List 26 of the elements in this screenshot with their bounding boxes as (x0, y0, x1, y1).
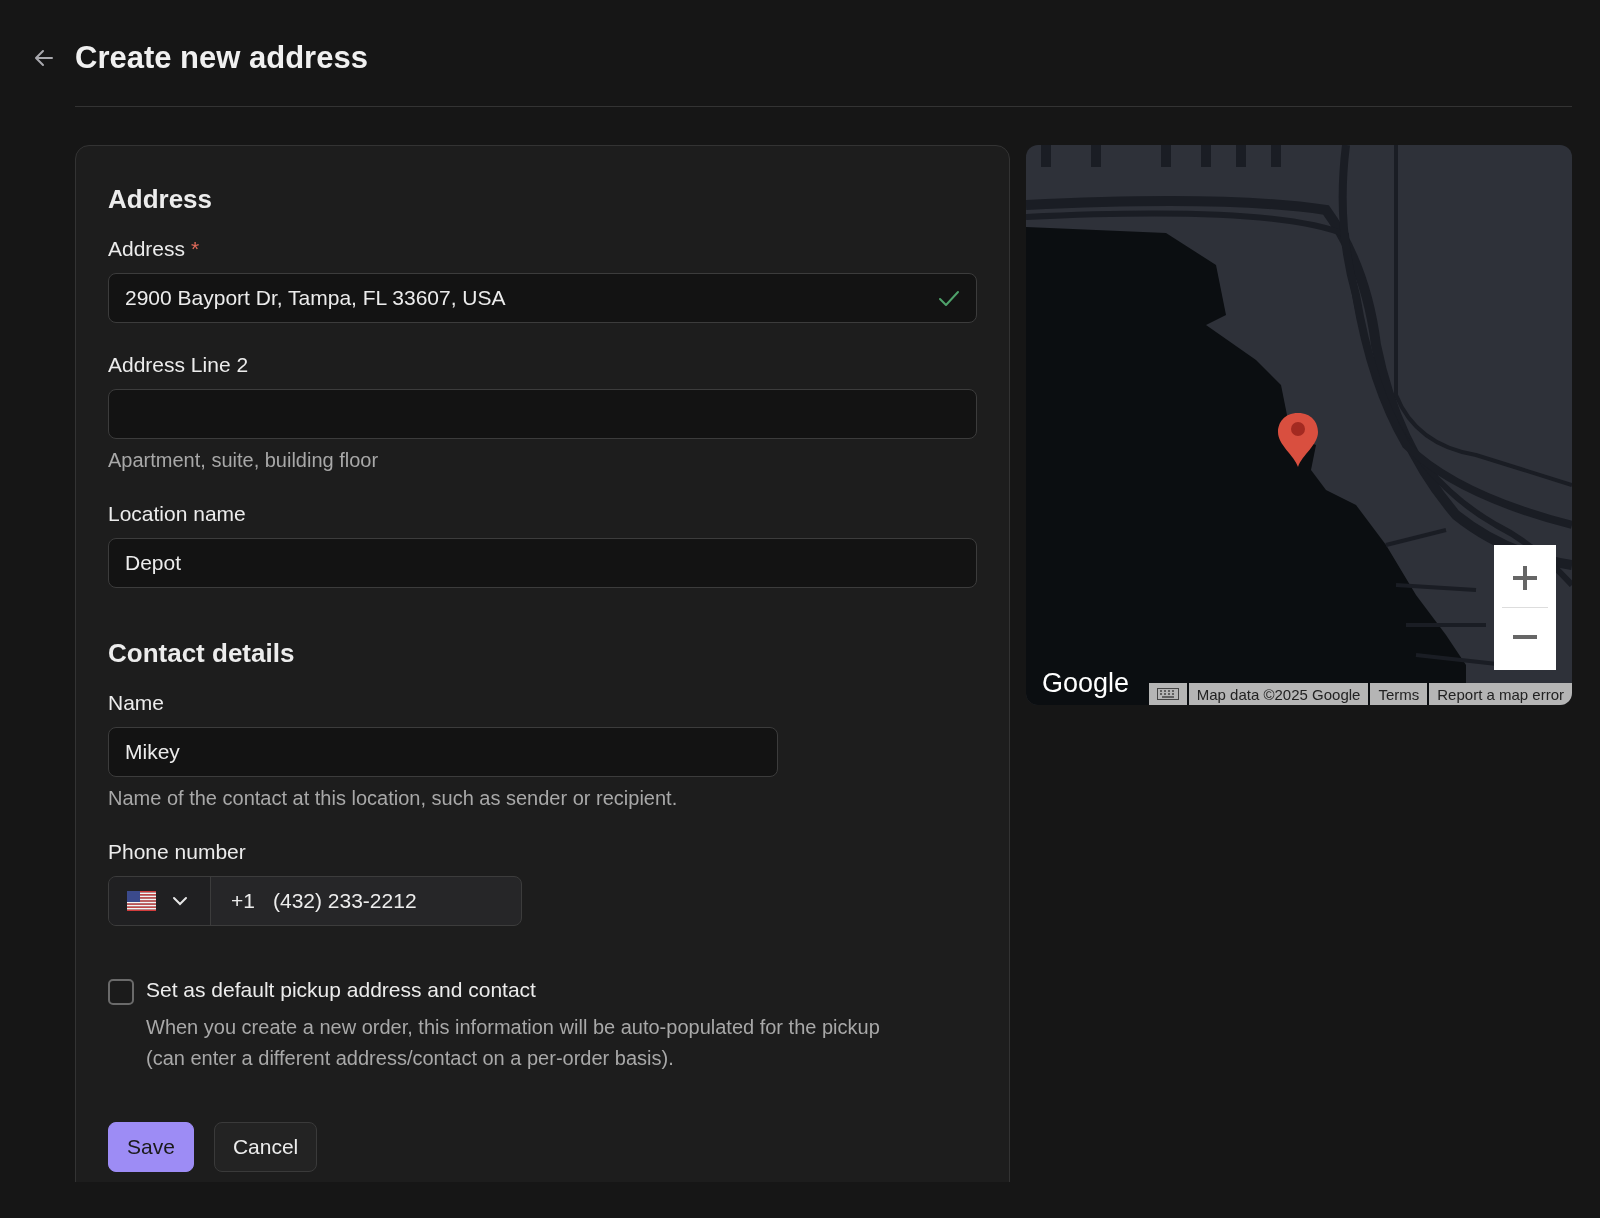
input-field[interactable]: Depot (108, 538, 977, 588)
field-label: Location name (108, 502, 246, 526)
checkbox[interactable] (108, 979, 134, 1005)
help-text: Apartment, suite, building floor (108, 449, 380, 472)
section-heading: Address (108, 184, 214, 215)
back-arrow-icon[interactable] (34, 49, 54, 67)
field-label: Phone number (108, 840, 246, 864)
map-link[interactable]: Report a map error (1429, 683, 1572, 705)
cancel-button[interactable]: Cancel (213, 1122, 318, 1172)
keyboard-icon[interactable] (1148, 683, 1187, 705)
field-label: Name (108, 691, 165, 715)
input-field[interactable]: Mikey (108, 727, 778, 777)
field-label: Address Line 2 (108, 353, 249, 377)
help-text: Name of the contact at this location, such as sender or recipient. (108, 787, 679, 810)
checkbox-description: When you create a new order, this information will be auto-populated for the pickup (can enter a different address/contact on a per-order basis). (146, 1015, 881, 1071)
map-link[interactable]: Terms (1370, 683, 1428, 705)
map-attribution: Map data ©2025 Google (1188, 683, 1369, 705)
map-logo: Google (1042, 668, 1130, 699)
checkbox-label: Set as default pickup address and contact (146, 978, 536, 1001)
required-mark: * (191, 237, 200, 261)
field-label: Address (108, 237, 186, 261)
input-field[interactable]: 2900 Bayport Dr, Tampa, FL 33607, USA (108, 273, 977, 323)
page-title: Create new address (75, 40, 368, 76)
input-field[interactable] (108, 389, 977, 439)
section-heading: Contact details (108, 638, 296, 669)
save-button[interactable]: Save (108, 1122, 194, 1172)
